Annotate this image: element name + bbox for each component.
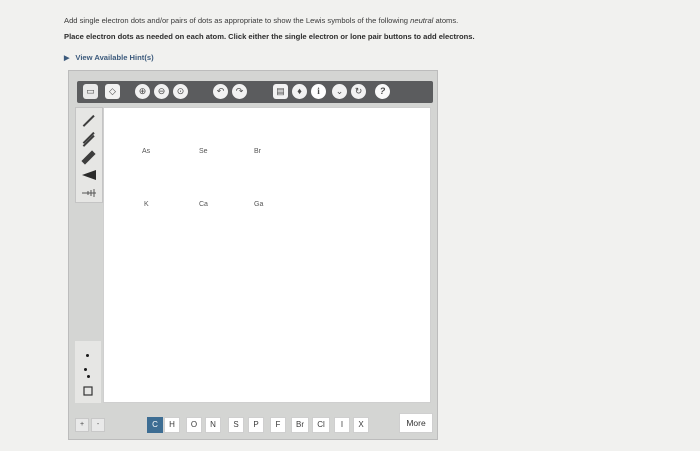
- triple-bond-icon[interactable]: [80, 150, 98, 165]
- hash-bond-icon[interactable]: [80, 185, 98, 199]
- instruction-text: Add single electron dots and/or pairs of…: [64, 16, 411, 25]
- element-button[interactable]: P: [248, 417, 264, 433]
- undo-icon[interactable]: ↶: [213, 84, 228, 99]
- element-button[interactable]: F: [270, 417, 286, 433]
- eraser-icon[interactable]: ◇: [105, 84, 120, 99]
- atom-label[interactable]: Se: [199, 148, 208, 155]
- instruction-emphasis: neutral: [410, 16, 434, 25]
- zoom-in-icon[interactable]: ⊕: [135, 84, 150, 99]
- info-icon[interactable]: i: [311, 84, 326, 99]
- expand-icon[interactable]: ⌄: [332, 84, 347, 99]
- element-button[interactable]: S: [228, 417, 244, 433]
- instruction-line-2: Place electron dots as needed on each at…: [64, 32, 475, 41]
- element-button[interactable]: X: [353, 417, 369, 433]
- instruction-text-end: atoms.: [433, 16, 459, 25]
- expand-triangle-icon: ▶: [64, 55, 70, 62]
- element-button[interactable]: Cl: [312, 417, 330, 433]
- clean-icon[interactable]: ♦: [292, 84, 307, 99]
- double-bond-icon[interactable]: [80, 131, 98, 147]
- hints-label: View Available Hint(s): [75, 53, 154, 62]
- zoom-out-icon[interactable]: ⊖: [154, 84, 169, 99]
- redo-icon[interactable]: ↷: [232, 84, 247, 99]
- zoom-controls: + -: [75, 416, 105, 432]
- single-electron-icon[interactable]: [81, 349, 95, 363]
- single-bond-icon[interactable]: [80, 114, 98, 128]
- view-hints-link[interactable]: ▶ View Available Hint(s): [64, 53, 154, 62]
- lone-pair-icon[interactable]: [81, 366, 95, 380]
- element-button[interactable]: Br: [291, 417, 309, 433]
- element-button[interactable]: C: [147, 417, 163, 433]
- atom-label[interactable]: Ga: [254, 201, 263, 208]
- atom-label[interactable]: Br: [254, 148, 261, 155]
- more-elements-button[interactable]: More: [399, 413, 433, 433]
- wedge-bond-icon[interactable]: [80, 168, 98, 182]
- electron-toolbar: [75, 341, 101, 403]
- charge-box-icon[interactable]: [81, 384, 95, 398]
- help-icon[interactable]: ?: [375, 84, 390, 99]
- zoom-minus-button[interactable]: -: [91, 418, 105, 432]
- template-icon[interactable]: ▤: [273, 84, 288, 99]
- zoom-fit-icon[interactable]: ⊙: [173, 84, 188, 99]
- atom-label[interactable]: As: [142, 148, 150, 155]
- bond-toolbar: [75, 107, 103, 203]
- element-button[interactable]: I: [334, 417, 350, 433]
- element-button[interactable]: O: [186, 417, 202, 433]
- top-toolbar: ▭ ◇ ⊕ ⊖ ⊙ ↶ ↷ ▤ ♦ i ⌄ ↻ ?: [77, 81, 433, 103]
- element-button[interactable]: H: [164, 417, 180, 433]
- redraw-icon[interactable]: ↻: [351, 84, 366, 99]
- marquee-icon[interactable]: ▭: [83, 84, 98, 99]
- atom-label[interactable]: Ca: [199, 201, 208, 208]
- instruction-line-1: Add single electron dots and/or pairs of…: [64, 16, 458, 25]
- lewis-drawing-editor: ▭ ◇ ⊕ ⊖ ⊙ ↶ ↷ ▤ ♦ i ⌄ ↻ ? As Se Br K Ca …: [68, 70, 438, 440]
- zoom-plus-button[interactable]: +: [75, 418, 89, 432]
- drawing-canvas[interactable]: As Se Br K Ca Ga: [103, 107, 431, 403]
- atom-label[interactable]: K: [144, 201, 149, 208]
- element-button[interactable]: N: [205, 417, 221, 433]
